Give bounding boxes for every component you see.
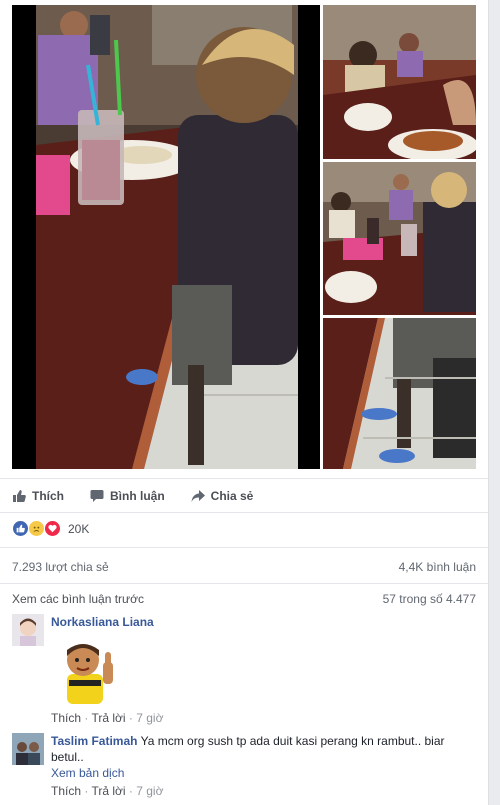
like-icon [12,520,29,537]
comment-like-link[interactable]: Thích [51,711,81,725]
comment-label: Bình luận [110,489,165,503]
view-previous-row: Xem các bình luận trước 57 trong số 4.47… [12,592,476,606]
like-button[interactable]: Thích [12,489,64,503]
comment-author[interactable]: Norkasliana Liana [51,615,154,629]
comment-reply-link[interactable]: Trả lời [91,784,125,798]
avatar[interactable] [12,733,44,765]
comments-count[interactable]: 4,4K bình luận [399,560,476,574]
divider [0,478,488,479]
share-button[interactable]: Chia sẻ [191,489,254,503]
main-video-frame[interactable] [12,5,320,469]
avatar[interactable] [12,614,44,646]
comment-body: Norkasliana Liana Thích · Trả lời · 7 gi… [51,614,471,726]
comment-pagination: 57 trong số 4.477 [382,592,476,606]
post-card: Thích Bình luận Chia sẻ 20K 7.293 lượt c… [0,0,489,805]
reactions-summary[interactable]: 20K [12,520,89,537]
comment-meta: Thích · Trả lời · 7 giờ [51,784,164,798]
comment-body: Taslim Fatimah Ya mcm org sush tp ada du… [51,733,471,799]
thumbnail-illustration-1 [323,5,476,159]
sad-icon [28,520,45,537]
divider [0,512,488,513]
media-thumbnail-2[interactable] [323,162,476,315]
post-stats: 7.293 lượt chia sẻ 4,4K bình luận [12,560,476,574]
see-translation-link[interactable]: Xem bản dịch [51,765,471,781]
shares-count[interactable]: 7.293 lượt chia sẻ [12,560,109,574]
post-action-bar: Thích Bình luận Chia sẻ [12,482,476,510]
divider [0,583,488,584]
comment-timestamp[interactable]: 7 giờ [136,711,163,725]
comment-reply-link[interactable]: Trả lời [91,711,125,725]
page-scrollbar[interactable] [489,0,500,805]
media-thumbnail-3[interactable] [323,318,476,469]
comment-meta: Thích · Trả lời · 7 giờ [51,711,164,725]
comment-button[interactable]: Bình luận [90,489,165,503]
comment-timestamp[interactable]: 7 giờ [136,784,163,798]
thumbnail-illustration-2 [323,162,476,315]
share-label: Chia sẻ [210,489,254,503]
comment-like-link[interactable]: Thích [51,784,81,798]
media-thumbnail-1[interactable] [323,5,476,159]
thumbnail-illustration-3 [323,318,476,469]
thumbs-up-icon [12,489,26,503]
like-label: Thích [32,489,64,503]
love-icon [44,520,61,537]
comment-item: Norkasliana Liana Thích · Trả lời · 7 gi… [12,614,476,726]
share-arrow-icon [191,489,205,503]
view-previous-comments-link[interactable]: Xem các bình luận trước [12,592,144,606]
comment-author[interactable]: Taslim Fatimah [51,734,137,748]
divider [0,547,488,548]
main-video-illustration [12,5,320,469]
post-media-collage [0,0,488,474]
comment-item: Taslim Fatimah Ya mcm org sush tp ada du… [12,733,476,803]
comment-bubble-icon [90,489,104,503]
thumbs-up-sticker [67,644,113,704]
comment-sticker [51,636,123,708]
reactions-count: 20K [68,521,90,536]
